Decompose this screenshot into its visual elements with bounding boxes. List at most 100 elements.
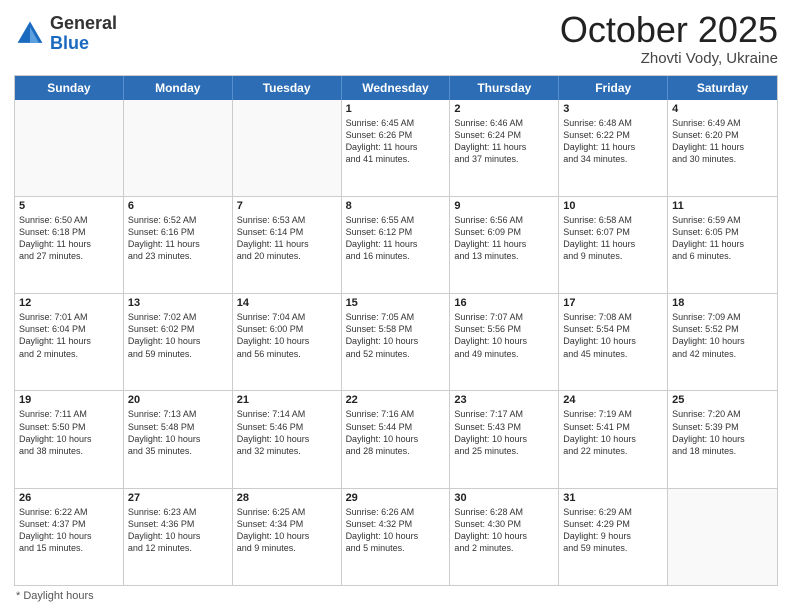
cell-info: Sunrise: 7:14 AM Sunset: 5:46 PM Dayligh… bbox=[237, 408, 337, 457]
logo-text: General Blue bbox=[50, 14, 117, 54]
cell-info: Sunrise: 7:01 AM Sunset: 6:04 PM Dayligh… bbox=[19, 311, 119, 360]
calendar-cell: 15Sunrise: 7:05 AM Sunset: 5:58 PM Dayli… bbox=[342, 294, 451, 390]
day-header-monday: Monday bbox=[124, 76, 233, 100]
day-number: 8 bbox=[346, 200, 446, 212]
day-number: 10 bbox=[563, 200, 663, 212]
cell-info: Sunrise: 6:53 AM Sunset: 6:14 PM Dayligh… bbox=[237, 214, 337, 263]
calendar-cell: 17 Sunrise: 7:08 AM Sunset: 5:54 PM Dayli… bbox=[559, 294, 668, 390]
cell-info: Sunrise: 7:11 AM Sunset: 5:50 PM Dayligh… bbox=[19, 408, 119, 457]
cell-info: Sunrise: 6:23 AM Sunset: 4:36 PM Dayligh… bbox=[128, 506, 228, 555]
calendar-week-3: 12 Sunrise: 7:01 AM Sunset: 6:04 PM Dayli… bbox=[15, 294, 777, 391]
day-number: 1 bbox=[346, 103, 446, 115]
day-number: 2 bbox=[454, 103, 554, 115]
calendar-cell: 31 Sunrise: 6:29 AM Sunset: 4:29 PM Dayli… bbox=[559, 489, 668, 585]
day-number: 4 bbox=[672, 103, 773, 115]
day-number: 20 bbox=[128, 394, 228, 406]
cell-info: Sunrise: 7:13 AM Sunset: 5:48 PM Dayligh… bbox=[128, 408, 228, 457]
day-number: 7 bbox=[237, 200, 337, 212]
day-number: 28 bbox=[237, 492, 337, 504]
cell-info: Sunrise: 7:07 AM Sunset: 5:56 PM Dayligh… bbox=[454, 311, 554, 360]
calendar-cell: 4Sunrise: 6:49 AM Sunset: 6:20 PM Daylig… bbox=[668, 100, 777, 196]
cell-info: Sunrise: 7:17 AM Sunset: 5:43 PM Dayligh… bbox=[454, 408, 554, 457]
cell-info: Sunrise: 6:46 AM Sunset: 6:24 PM Dayligh… bbox=[454, 117, 554, 166]
cell-info: Sunrise: 7:08 AM Sunset: 5:54 PM Dayligh… bbox=[563, 311, 663, 360]
day-number: 11 bbox=[672, 200, 773, 212]
logo-icon bbox=[14, 18, 46, 50]
cell-info: Sunrise: 6:28 AM Sunset: 4:30 PM Dayligh… bbox=[454, 506, 554, 555]
calendar-cell: 8 Sunrise: 6:55 AM Sunset: 6:12 PM Daylig… bbox=[342, 197, 451, 293]
day-number: 13 bbox=[128, 297, 228, 309]
calendar-cell bbox=[668, 489, 777, 585]
day-number: 3 bbox=[563, 103, 663, 115]
day-header-thursday: Thursday bbox=[450, 76, 559, 100]
day-header-tuesday: Tuesday bbox=[233, 76, 342, 100]
day-header-friday: Friday bbox=[559, 76, 668, 100]
cell-info: Sunrise: 6:25 AM Sunset: 4:34 PM Dayligh… bbox=[237, 506, 337, 555]
day-number: 25 bbox=[672, 394, 773, 406]
calendar-cell: 21 Sunrise: 7:14 AM Sunset: 5:46 PM Dayli… bbox=[233, 391, 342, 487]
day-number: 6 bbox=[128, 200, 228, 212]
cell-info: Sunrise: 6:29 AM Sunset: 4:29 PM Dayligh… bbox=[563, 506, 663, 555]
day-number: 27 bbox=[128, 492, 228, 504]
calendar: SundayMondayTuesdayWednesdayThursdayFrid… bbox=[14, 75, 778, 586]
cell-info: Sunrise: 6:55 AM Sunset: 6:12 PM Dayligh… bbox=[346, 214, 446, 263]
calendar-header: SundayMondayTuesdayWednesdayThursdayFrid… bbox=[15, 76, 777, 100]
day-number: 21 bbox=[237, 394, 337, 406]
calendar-cell bbox=[233, 100, 342, 196]
calendar-cell: 25Sunrise: 7:20 AM Sunset: 5:39 PM Dayli… bbox=[668, 391, 777, 487]
calendar-cell: 2 Sunrise: 6:46 AM Sunset: 6:24 PM Daylig… bbox=[450, 100, 559, 196]
calendar-cell: 26Sunrise: 6:22 AM Sunset: 4:37 PM Dayli… bbox=[15, 489, 124, 585]
calendar-cell bbox=[15, 100, 124, 196]
daylight-hours-label: * Daylight hours bbox=[16, 590, 94, 602]
calendar-cell: 7 Sunrise: 6:53 AM Sunset: 6:14 PM Daylig… bbox=[233, 197, 342, 293]
cell-info: Sunrise: 7:09 AM Sunset: 5:52 PM Dayligh… bbox=[672, 311, 773, 360]
cell-info: Sunrise: 6:26 AM Sunset: 4:32 PM Dayligh… bbox=[346, 506, 446, 555]
month-title: October 2025 bbox=[560, 10, 778, 50]
cell-info: Sunrise: 7:16 AM Sunset: 5:44 PM Dayligh… bbox=[346, 408, 446, 457]
calendar-body: 1 Sunrise: 6:45 AM Sunset: 6:26 PM Daylig… bbox=[15, 100, 777, 585]
header: General Blue October 2025 Zhovti Vody, U… bbox=[14, 10, 778, 67]
cell-info: Sunrise: 7:19 AM Sunset: 5:41 PM Dayligh… bbox=[563, 408, 663, 457]
calendar-cell: 9 Sunrise: 6:56 AM Sunset: 6:09 PM Daylig… bbox=[450, 197, 559, 293]
day-number: 18 bbox=[672, 297, 773, 309]
cell-info: Sunrise: 6:22 AM Sunset: 4:37 PM Dayligh… bbox=[19, 506, 119, 555]
day-number: 16 bbox=[454, 297, 554, 309]
calendar-cell: 14Sunrise: 7:04 AM Sunset: 6:00 PM Dayli… bbox=[233, 294, 342, 390]
logo: General Blue bbox=[14, 14, 117, 54]
footer-note: * Daylight hours bbox=[14, 590, 778, 602]
day-number: 12 bbox=[19, 297, 119, 309]
page: General Blue October 2025 Zhovti Vody, U… bbox=[0, 0, 792, 612]
calendar-cell: 5Sunrise: 6:50 AM Sunset: 6:18 PM Daylig… bbox=[15, 197, 124, 293]
day-number: 15 bbox=[346, 297, 446, 309]
calendar-cell: 6Sunrise: 6:52 AM Sunset: 6:16 PM Daylig… bbox=[124, 197, 233, 293]
calendar-cell: 11Sunrise: 6:59 AM Sunset: 6:05 PM Dayli… bbox=[668, 197, 777, 293]
day-header-sunday: Sunday bbox=[15, 76, 124, 100]
cell-info: Sunrise: 7:04 AM Sunset: 6:00 PM Dayligh… bbox=[237, 311, 337, 360]
calendar-cell: 23 Sunrise: 7:17 AM Sunset: 5:43 PM Dayli… bbox=[450, 391, 559, 487]
day-number: 23 bbox=[454, 394, 554, 406]
cell-info: Sunrise: 6:58 AM Sunset: 6:07 PM Dayligh… bbox=[563, 214, 663, 263]
cell-info: Sunrise: 6:56 AM Sunset: 6:09 PM Dayligh… bbox=[454, 214, 554, 263]
calendar-cell: 13Sunrise: 7:02 AM Sunset: 6:02 PM Dayli… bbox=[124, 294, 233, 390]
day-number: 29 bbox=[346, 492, 446, 504]
calendar-cell: 1 Sunrise: 6:45 AM Sunset: 6:26 PM Daylig… bbox=[342, 100, 451, 196]
cell-info: Sunrise: 6:50 AM Sunset: 6:18 PM Dayligh… bbox=[19, 214, 119, 263]
calendar-week-1: 1 Sunrise: 6:45 AM Sunset: 6:26 PM Daylig… bbox=[15, 100, 777, 197]
day-number: 17 bbox=[563, 297, 663, 309]
calendar-cell: 28 Sunrise: 6:25 AM Sunset: 4:34 PM Dayli… bbox=[233, 489, 342, 585]
day-number: 9 bbox=[454, 200, 554, 212]
day-number: 19 bbox=[19, 394, 119, 406]
calendar-cell: 16 Sunrise: 7:07 AM Sunset: 5:56 PM Dayli… bbox=[450, 294, 559, 390]
cell-info: Sunrise: 6:48 AM Sunset: 6:22 PM Dayligh… bbox=[563, 117, 663, 166]
calendar-cell: 10 Sunrise: 6:58 AM Sunset: 6:07 PM Dayli… bbox=[559, 197, 668, 293]
cell-info: Sunrise: 6:45 AM Sunset: 6:26 PM Dayligh… bbox=[346, 117, 446, 166]
calendar-cell: 30Sunrise: 6:28 AM Sunset: 4:30 PM Dayli… bbox=[450, 489, 559, 585]
calendar-cell: 3 Sunrise: 6:48 AM Sunset: 6:22 PM Daylig… bbox=[559, 100, 668, 196]
calendar-week-4: 19 Sunrise: 7:11 AM Sunset: 5:50 PM Dayli… bbox=[15, 391, 777, 488]
location-subtitle: Zhovti Vody, Ukraine bbox=[560, 50, 778, 67]
calendar-cell: 20 Sunrise: 7:13 AM Sunset: 5:48 PM Dayli… bbox=[124, 391, 233, 487]
calendar-cell: 29 Sunrise: 6:26 AM Sunset: 4:32 PM Dayli… bbox=[342, 489, 451, 585]
calendar-cell: 22 Sunrise: 7:16 AM Sunset: 5:44 PM Dayli… bbox=[342, 391, 451, 487]
day-number: 22 bbox=[346, 394, 446, 406]
day-number: 31 bbox=[563, 492, 663, 504]
